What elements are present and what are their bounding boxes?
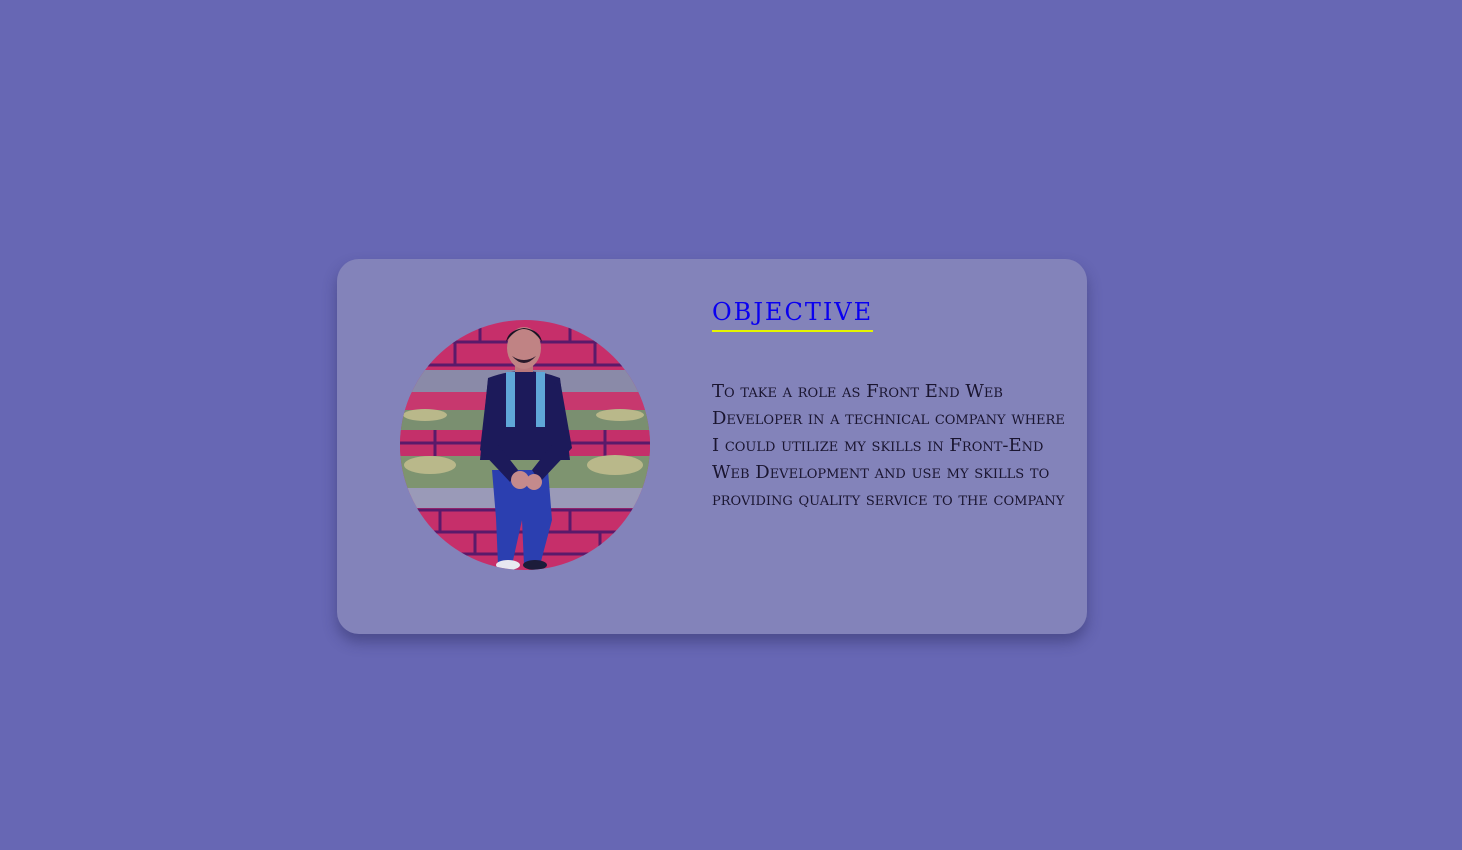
objective-heading: OBJECTIVE (712, 297, 874, 332)
objective-text: To take a role as Front End Web Develope… (712, 381, 1065, 510)
profile-photo-illustration (400, 320, 650, 570)
objective-card: OBJECTIVE To take a role as Front End We… (337, 259, 1087, 634)
profile-photo (400, 320, 650, 570)
